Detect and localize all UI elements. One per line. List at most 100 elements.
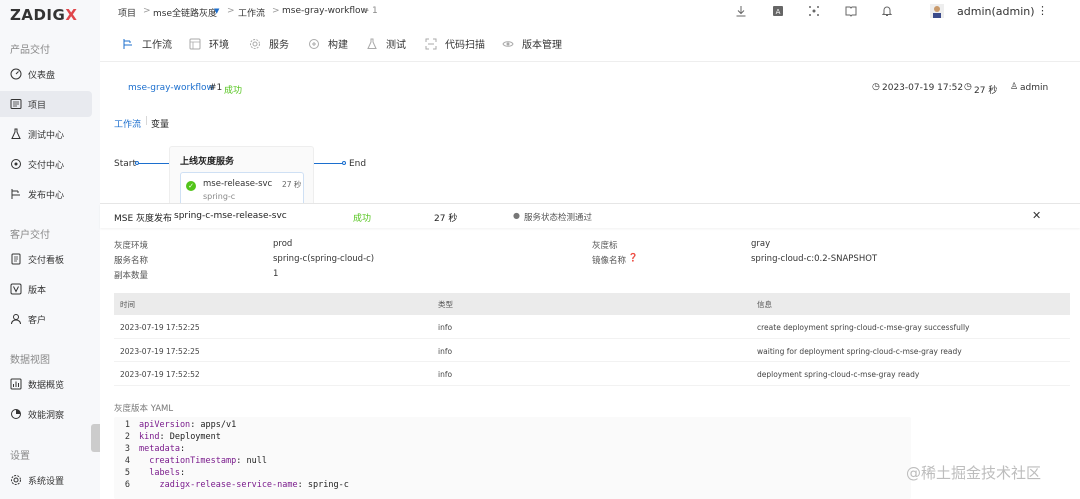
code-line: 1 apiVersion: apps/v1 <box>124 420 237 430</box>
tab-workflow[interactable]: 工作流 <box>122 36 172 51</box>
yaml-title: 灰度版本 YAML <box>114 404 174 414</box>
section-title-customer: 客户交付 <box>10 230 50 241</box>
flow-end: End <box>349 159 367 169</box>
scan-icon <box>425 38 437 49</box>
section-title-settings: 设置 <box>10 451 30 462</box>
field-value-replicas: 1 <box>273 269 279 279</box>
sidebar-item-version[interactable]: 版本 <box>0 276 92 302</box>
project-icon <box>10 99 22 109</box>
sidebar-item-label: 仪表盘 <box>28 70 56 81</box>
yaml-key: metadata <box>139 444 180 454</box>
logo[interactable]: ZADIGX <box>10 6 77 24</box>
download-icon[interactable] <box>735 5 747 17</box>
clock-icon: ◷ <box>872 82 880 92</box>
cell-message: create deployment spring-cloud-c-mse-gra… <box>757 323 970 332</box>
user-name[interactable]: admin(admin) <box>957 5 1035 18</box>
sidebar-item-delivery-center[interactable]: 交付中心 <box>0 151 92 177</box>
dashboard-icon <box>10 68 22 80</box>
bell-icon[interactable] <box>881 5 893 17</box>
breadcrumb-separator: > <box>272 6 280 16</box>
panel-duration: 27 秒 <box>434 214 458 224</box>
yaml-key: labels <box>139 468 180 478</box>
sidebar-item-test-center[interactable]: 测试中心 <box>0 121 92 147</box>
more-icon[interactable]: ⋮ <box>1037 4 1048 17</box>
section-title-product: 产品交付 <box>10 45 50 56</box>
sidebar-item-label: 交付看板 <box>28 255 65 266</box>
yaml-key: kind <box>139 432 160 442</box>
sidebar-collapse-handle[interactable] <box>91 424 100 452</box>
close-icon[interactable]: ✕ <box>1032 209 1041 222</box>
main-tabs: 工作流 环境 服务 构建 测试 代码扫描 版本管理 <box>100 30 1080 54</box>
workflow-link[interactable]: mse-gray-workflow <box>128 83 214 93</box>
tab-code-scan[interactable]: 代码扫描 <box>425 36 485 51</box>
yaml-editor[interactable]: 1 apiVersion: apps/v1 2 kind: Deployment 3… <box>114 417 911 499</box>
docs-icon[interactable] <box>845 5 857 17</box>
breadcrumb-project-name[interactable]: mse全链路灰度 <box>153 6 217 19</box>
field-value-service[interactable]: spring-c(spring-cloud-c) <box>273 254 374 264</box>
service-icon <box>250 38 260 49</box>
avatar[interactable] <box>930 4 944 18</box>
flask-icon <box>11 128 21 139</box>
yaml-key: creationTimestamp <box>139 456 237 466</box>
breadcrumb-workflow-name[interactable]: mse-gray-workflow <box>282 6 368 16</box>
cell-type: info <box>438 323 453 332</box>
job-card[interactable]: ✓ mse-release-svc 27 秒 spring-c <box>180 172 304 205</box>
sidebar-item-label: 效能洞察 <box>28 410 65 421</box>
code-text: creationTimestamp: null <box>139 456 267 466</box>
subtab-variables[interactable]: 变量 <box>151 117 169 130</box>
sidebar-item-delivery-board[interactable]: 交付看板 <box>0 246 92 272</box>
flow-connector <box>135 163 169 164</box>
sidebar-item-data-overview[interactable]: 数据概览 <box>0 371 92 397</box>
panel-title: MSE 灰度发布 <box>114 214 173 224</box>
help-icon[interactable]: ❓ <box>628 253 638 262</box>
tab-version-management[interactable]: 版本管理 <box>502 36 562 51</box>
tab-build[interactable]: 构建 <box>308 36 348 51</box>
code-line: 2 kind: Deployment <box>124 432 221 442</box>
sidebar-item-label: 交付中心 <box>28 160 65 171</box>
tab-label: 测试 <box>386 40 406 51</box>
run-time: 2023-07-19 17:52 <box>882 83 964 93</box>
tab-service[interactable]: 服务 <box>249 36 289 51</box>
job-duration: 27 秒 <box>282 180 302 189</box>
sidebar-item-dashboard[interactable]: 仪表盘 <box>0 61 92 87</box>
sidebar-item-project[interactable]: 项目 <box>0 91 92 117</box>
sidebar-item-release-center[interactable]: 发布中心 <box>0 181 92 207</box>
subtab-workflow[interactable]: 工作流 <box>114 117 141 130</box>
column-header: 时间 <box>120 300 135 309</box>
field-value-env[interactable]: prod <box>273 239 292 249</box>
job-detail-header: MSE 灰度发布 spring-c-mse-release-svc 成功 27 … <box>100 204 1080 228</box>
code-text: zadigx-release-service-name: spring-c <box>139 480 349 490</box>
breadcrumb-project[interactable]: 项目 <box>118 6 136 19</box>
board-icon <box>11 253 21 265</box>
field-label: 灰度环境 <box>114 241 149 251</box>
run-user: admin <box>1020 83 1049 93</box>
sidebar-item-system-settings[interactable]: 系统设置 <box>0 467 92 493</box>
workflow-icon <box>123 38 132 49</box>
insight-icon <box>11 409 21 419</box>
field-value-gray-tag: gray <box>751 239 771 249</box>
breadcrumb-run-number: 1 <box>372 6 378 16</box>
plugin-icon[interactable] <box>808 5 820 17</box>
yaml-key: zadigx-release-service-name <box>139 480 298 490</box>
event-table: 时间 类型 信息 2023-07-19 17:52:25 info create… <box>114 293 1070 386</box>
code-text: apiVersion: apps/v1 <box>139 420 237 430</box>
build-icon <box>309 38 319 49</box>
timer-icon: ◷ <box>964 82 972 92</box>
table-row: 2023-07-19 17:52:25 info waiting for dep… <box>114 339 1070 362</box>
flow-dot <box>342 161 346 165</box>
version-icon <box>10 283 22 295</box>
translate-icon[interactable]: A <box>772 5 784 17</box>
sidebar-item-label: 系统设置 <box>28 476 65 487</box>
code-text: labels: <box>139 468 186 478</box>
job-name: mse-release-svc <box>203 179 273 189</box>
tab-environment[interactable]: 环境 <box>189 36 229 51</box>
breadcrumb-workflow[interactable]: 工作流 <box>238 6 265 19</box>
tab-test[interactable]: 测试 <box>366 36 406 51</box>
sidebar-item-label: 版本 <box>28 285 47 296</box>
sidebar-item-insight[interactable]: 效能洞察 <box>0 401 92 427</box>
chevron-down-icon[interactable]: ▼ <box>214 7 219 15</box>
sidebar-item-customer[interactable]: 客户 <box>0 306 92 332</box>
info-icon: ● <box>513 211 520 220</box>
tab-label: 工作流 <box>142 40 172 51</box>
tab-label: 版本管理 <box>522 40 562 51</box>
